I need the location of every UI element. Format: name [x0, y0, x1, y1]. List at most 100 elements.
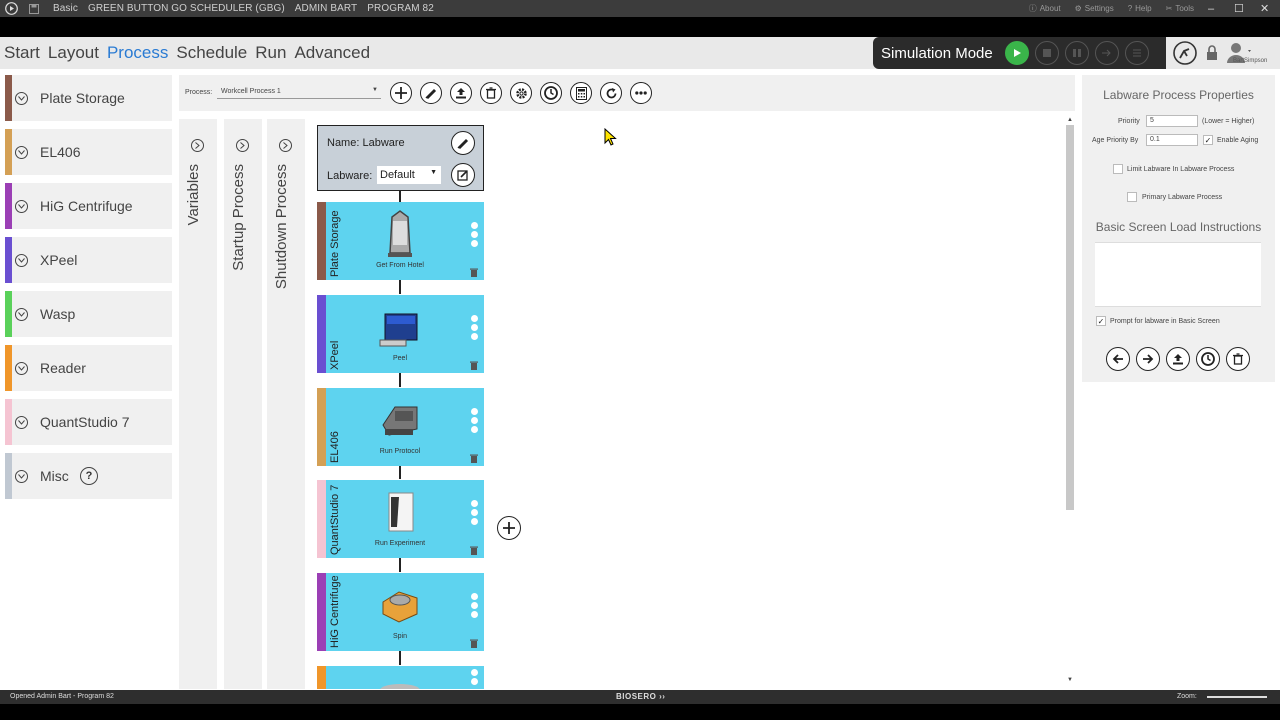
- settings-link[interactable]: ⚙ Settings: [1075, 4, 1114, 13]
- about-link[interactable]: ⓘ About: [1029, 3, 1061, 14]
- upload-button[interactable]: [1166, 347, 1190, 371]
- abort-button[interactable]: [1124, 41, 1149, 65]
- calculator-button[interactable]: [570, 82, 592, 104]
- sidebar-item-reader[interactable]: Reader: [5, 345, 172, 391]
- step-card[interactable]: HiG Centrifuge Spin: [317, 573, 484, 651]
- tools-link[interactable]: ✂ Tools: [1166, 4, 1194, 13]
- scroll-down-arrow-icon[interactable]: ▼: [1067, 677, 1073, 683]
- tab-startup-process[interactable]: Startup Process: [224, 119, 262, 689]
- more-button[interactable]: [630, 82, 652, 104]
- step-connector: [399, 558, 401, 572]
- robot-arm-icon[interactable]: [1172, 40, 1198, 71]
- menu-start[interactable]: Start: [4, 43, 40, 63]
- sidebar-item-plate-storage[interactable]: Plate Storage: [5, 75, 172, 121]
- app-logo-icon[interactable]: [3, 2, 19, 16]
- save-icon[interactable]: [29, 3, 43, 15]
- step-device-label: HiG Centrifuge: [329, 576, 341, 648]
- plus-icon: [395, 87, 407, 99]
- chevron-down-icon[interactable]: [15, 415, 28, 429]
- step-card[interactable]: Plate Storage Get From Hotel: [317, 202, 484, 280]
- upload-button[interactable]: [450, 82, 472, 104]
- add-step-button[interactable]: [497, 516, 521, 540]
- trash-icon[interactable]: [470, 635, 478, 653]
- vertical-scrollbar[interactable]: [1066, 125, 1074, 510]
- menu-advanced[interactable]: Advanced: [294, 43, 370, 63]
- trash-icon[interactable]: [470, 264, 478, 282]
- add-button[interactable]: [390, 82, 412, 104]
- maximize-button[interactable]: ☐: [1234, 2, 1246, 15]
- step-caption: Run Experiment: [374, 540, 426, 547]
- chevron-down-icon[interactable]: [15, 469, 28, 483]
- limit-labware-checkbox[interactable]: [1113, 164, 1123, 174]
- zoom-slider[interactable]: [1207, 696, 1267, 698]
- menu-process[interactable]: Process: [107, 43, 168, 63]
- tab-shutdown-process[interactable]: Shutdown Process: [267, 119, 305, 689]
- load-instructions-textarea[interactable]: [1095, 242, 1261, 307]
- move-right-button[interactable]: [1136, 347, 1160, 371]
- chevron-down-icon[interactable]: [15, 361, 28, 375]
- refresh-button[interactable]: [600, 82, 622, 104]
- play-button[interactable]: [1004, 41, 1029, 65]
- info-icon: ⓘ: [1028, 4, 1037, 13]
- timing-button[interactable]: [540, 82, 562, 104]
- play-icon: [1013, 49, 1021, 57]
- chevron-down-icon[interactable]: [15, 145, 28, 159]
- timing-button[interactable]: [1196, 347, 1220, 371]
- step-card[interactable]: [317, 666, 484, 689]
- enable-aging-checkbox[interactable]: ✓: [1203, 135, 1213, 145]
- chevron-right-icon[interactable]: [279, 139, 292, 152]
- chevron-right-icon[interactable]: [191, 139, 204, 152]
- chevron-down-icon[interactable]: [15, 91, 28, 105]
- chevron-down-icon[interactable]: [15, 199, 28, 213]
- labware-type-select[interactable]: Default ▼: [377, 166, 441, 184]
- user-avatar-icon[interactable]: [1226, 42, 1252, 69]
- step-card[interactable]: EL406 Run Protocol: [317, 388, 484, 466]
- pause-button[interactable]: [1064, 41, 1089, 65]
- arrow-right-icon: [1143, 354, 1154, 364]
- labware-card[interactable]: Name: Labware Labware: Default ▼: [317, 125, 484, 191]
- user-title: ADMIN BART: [294, 3, 358, 14]
- trash-icon: [1233, 353, 1243, 365]
- sidebar-item-el406[interactable]: EL406: [5, 129, 172, 175]
- primary-labware-checkbox[interactable]: [1127, 192, 1137, 202]
- chevron-down-icon[interactable]: [15, 253, 28, 267]
- minimize-button[interactable]: –: [1208, 3, 1220, 15]
- edit-name-button[interactable]: [451, 131, 475, 155]
- step-card[interactable]: QuantStudio 7 Run Experiment: [317, 480, 484, 558]
- device-color-bar: [5, 291, 12, 337]
- delete-button[interactable]: [1226, 347, 1250, 371]
- edit-labware-button[interactable]: [451, 163, 475, 187]
- sidebar-item-wasp[interactable]: Wasp: [5, 291, 172, 337]
- chevron-right-icon[interactable]: [236, 139, 249, 152]
- delete-button[interactable]: [480, 82, 502, 104]
- load-instructions-title: Basic Screen Load Instructions: [1095, 220, 1262, 234]
- sidebar-item-xpeel[interactable]: XPeel: [5, 237, 172, 283]
- scroll-up-arrow-icon[interactable]: ▲: [1067, 117, 1073, 123]
- process-select[interactable]: Workcell Process 1 ▼: [217, 85, 381, 99]
- menu-run[interactable]: Run: [255, 43, 286, 63]
- age-priority-field[interactable]: 0.1: [1146, 134, 1198, 146]
- trash-icon[interactable]: [470, 357, 478, 375]
- help-link[interactable]: ? Help: [1128, 4, 1152, 13]
- settings-button[interactable]: [510, 82, 532, 104]
- trash-icon[interactable]: [470, 542, 478, 560]
- lock-icon[interactable]: [1206, 45, 1218, 66]
- priority-field[interactable]: 5: [1146, 115, 1198, 127]
- simulation-panel: Simulation Mode: [873, 37, 1166, 69]
- edit-button[interactable]: [420, 82, 442, 104]
- menu-schedule[interactable]: Schedule: [176, 43, 247, 63]
- skip-button[interactable]: [1094, 41, 1119, 65]
- sidebar-item-quantstudio[interactable]: QuantStudio 7: [5, 399, 172, 445]
- step-card[interactable]: XPeel Peel: [317, 295, 484, 373]
- trash-icon[interactable]: [470, 450, 478, 468]
- move-left-button[interactable]: [1106, 347, 1130, 371]
- prompt-labware-checkbox[interactable]: ✓: [1096, 316, 1106, 326]
- stop-button[interactable]: [1034, 41, 1059, 65]
- close-button[interactable]: ✕: [1260, 2, 1272, 15]
- help-icon[interactable]: ?: [80, 467, 98, 485]
- tab-variables[interactable]: Variables: [179, 119, 217, 689]
- sidebar-item-hig-centrifuge[interactable]: HiG Centrifuge: [5, 183, 172, 229]
- menu-layout[interactable]: Layout: [48, 43, 99, 63]
- sidebar-item-misc[interactable]: Misc ?: [5, 453, 172, 499]
- chevron-down-icon[interactable]: [15, 307, 28, 321]
